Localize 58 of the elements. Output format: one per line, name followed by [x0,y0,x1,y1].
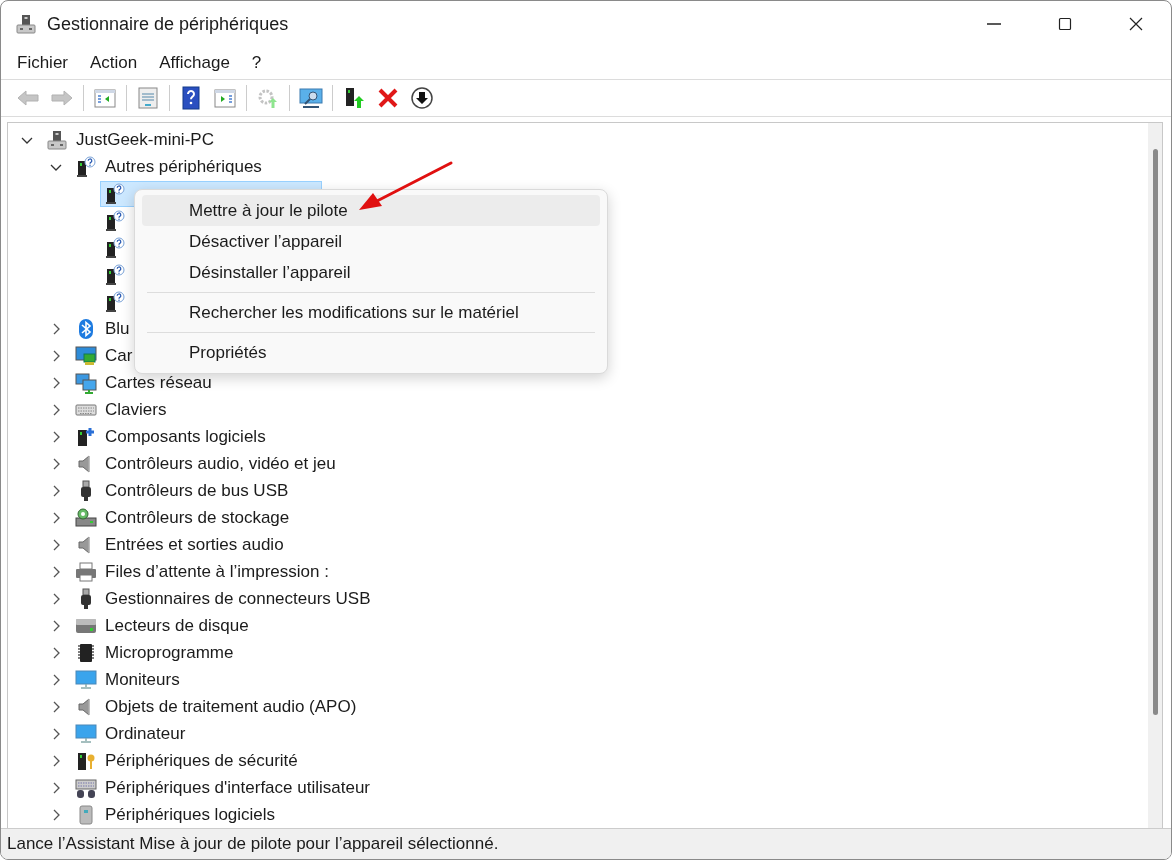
tree-item[interactable]: Contrôleurs de bus USB [71,477,293,504]
pane-icon [93,86,117,110]
tree-item[interactable]: Claviers [71,396,171,423]
tree-item[interactable]: Périphériques d'interface utilisateur [71,774,374,801]
scrollbar-thumb[interactable] [1153,149,1158,715]
tree-item[interactable]: Moniteurs [71,666,184,693]
tree-item[interactable]: Composants logiciels [71,423,270,450]
component-icon [75,425,97,448]
menu-item[interactable]: ? [240,49,273,77]
tree-item[interactable]: Entrées et sorties audio [71,531,288,558]
close-icon [376,86,400,110]
unknown-device-icon [104,209,126,232]
tree-item[interactable]: Périphériques de sécurité [71,747,302,774]
hid-device-icon [75,776,97,799]
context-menu-item[interactable]: Propriétés [142,337,600,368]
printer-icon [75,560,97,583]
tree-item[interactable]: Files d’attente à l’impression : [71,558,333,585]
tree-item[interactable]: Contrôleurs de stockage [71,504,294,531]
scrollbar[interactable] [1148,123,1162,828]
unknown-device-icon [75,155,97,178]
minimize-icon [986,23,1001,25]
tree-item[interactable]: Cartes réseau [71,369,216,396]
unknown-device-icon [104,236,126,259]
display-card-icon [75,344,97,367]
menu-item[interactable]: Fichier [6,49,79,77]
properties-icon [136,86,160,110]
tree-item[interactable]: Objets de traitement audio (APO) [71,693,361,720]
computer-icon [46,128,68,151]
tree-item[interactable]: Périphériques logiciels [71,801,280,828]
monitor-icon [75,722,97,745]
menu-item[interactable]: Affichage [148,49,241,77]
status-text: Lance l’Assistant Mise à jour de pilote pour l’appareil sélectionné. [7,834,499,854]
menu-item[interactable]: Action [79,49,149,77]
help-icon [179,86,203,110]
tree-item[interactable]: Autres périphériques [71,153,266,180]
tree-item[interactable]: Lecteurs de disque [71,612,253,639]
tree-item[interactable]: Blu [71,315,134,342]
chip-icon [75,641,97,664]
unknown-device-icon [104,182,126,205]
pane-icon [213,86,237,110]
context-menu-item[interactable]: Désinstaller l’appareil [142,257,600,288]
storage-icon [75,506,97,529]
app-icon [15,13,37,35]
network-icon [75,371,97,394]
window-title: Gestionnaire de périphériques [47,13,290,35]
context-menu-item[interactable]: Désactiver l’appareil [142,226,600,257]
monitor-icon [75,668,97,691]
context-menu-item[interactable]: Rechercher les modifications sur le matériel [142,297,600,328]
unknown-device-icon [104,290,126,313]
unknown-device-icon [104,263,126,286]
tree-item[interactable]: Ordinateur [71,720,190,747]
context-menu-item[interactable]: Mettre à jour le pilote [142,195,600,226]
tree-item[interactable]: Microprogramme [71,639,238,666]
monitor-search-icon [299,86,323,110]
tree-item[interactable]: Car [71,342,137,369]
tree-item[interactable]: JustGeek-mini-PC [42,126,218,153]
tree-item[interactable]: Contrôleurs audio, vidéo et jeu [71,450,340,477]
tree-item[interactable]: Gestionnaires de connecteurs USB [71,585,375,612]
